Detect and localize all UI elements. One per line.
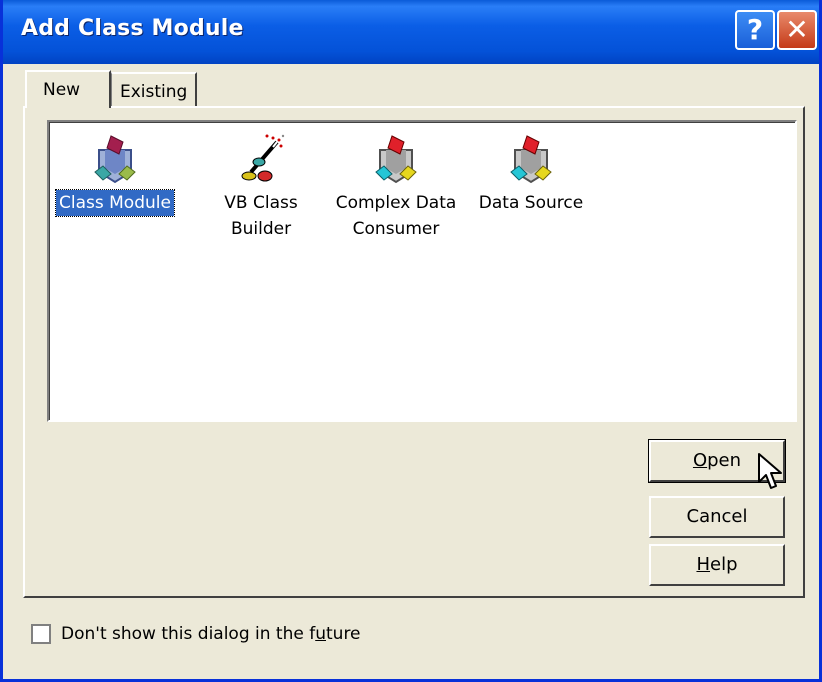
cancel-button[interactable]: Cancel [649,496,785,538]
list-item-class-module[interactable]: Class Module [53,132,177,217]
help-title-button[interactable]: ? [735,10,775,50]
mouse-pointer-icon [758,453,782,489]
checkbox-mnemonic: u [315,624,326,644]
item-label-line1: VB Class [224,193,298,213]
checkbox-label-post: ture [326,624,361,644]
template-list[interactable]: Class Module VB Class Builder Complex Da… [47,120,797,422]
checkbox-label-pre: Don't show this dialog in the f [61,624,316,644]
help-label: elp [710,554,738,575]
tab-new[interactable]: New [25,70,111,108]
cancel-label: Cancel [686,506,748,527]
item-label-line1: Complex Data [335,193,457,213]
help-button[interactable]: Help [649,544,785,586]
complex-data-consumer-icon [375,135,417,184]
title-bar[interactable]: Add Class Module ? ✕ [3,0,819,64]
close-button[interactable]: ✕ [777,10,817,50]
open-label: pen [707,450,742,471]
list-item-complex-data-consumer[interactable]: Complex Data Consumer [331,132,461,242]
wand-icon [241,134,285,182]
help-mnemonic: H [696,554,711,575]
item-label-line2: Consumer [352,219,440,239]
add-class-module-dialog: Add Class Module ? ✕ New Existing Class … [0,0,822,682]
dont-show-checkbox[interactable] [31,624,51,644]
tab-existing[interactable]: Existing [111,72,197,106]
item-label-line2: Builder [230,219,292,239]
item-label: Data Source [478,193,584,213]
list-item-data-source[interactable]: Data Source [469,132,593,216]
window-title: Add Class Module [21,16,244,41]
list-item-vb-class-builder[interactable]: VB Class Builder [205,132,317,242]
data-source-icon [510,135,552,184]
dont-show-again-row[interactable]: Don't show this dialog in the future [31,624,361,644]
item-label: Class Module [55,189,175,217]
open-mnemonic: O [692,450,708,471]
class-module-icon [94,135,136,184]
